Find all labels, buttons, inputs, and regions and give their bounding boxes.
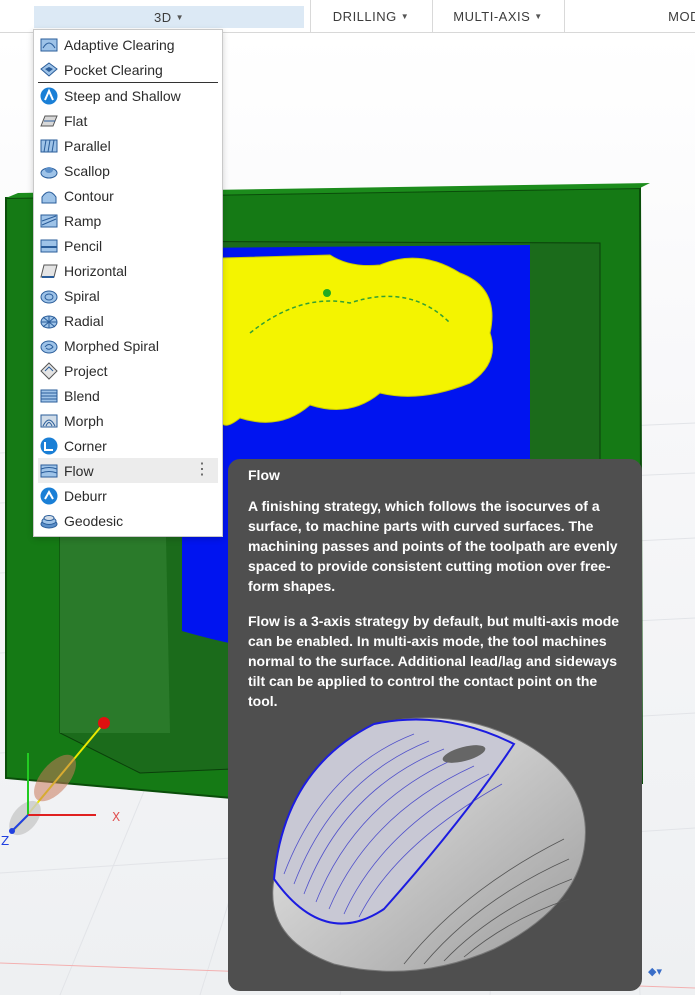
menu-item-label: Ramp	[64, 212, 102, 229]
horizontal-icon	[40, 264, 58, 278]
tab-3d-label: 3D	[153, 9, 172, 25]
tab-modify-label: MOD	[668, 8, 695, 24]
spiral-icon	[40, 290, 58, 303]
menu-item-scallop[interactable]: Scallop	[34, 158, 222, 183]
flow-icon	[40, 464, 58, 477]
flat-icon	[40, 115, 58, 126]
steep-and-shallow-icon	[40, 87, 58, 104]
menu-item-ramp[interactable]: Ramp	[34, 208, 222, 233]
chevron-down-icon: ▼	[534, 11, 543, 21]
adaptive-clearing-icon	[40, 38, 58, 51]
menu-item-label: Scallop	[64, 162, 110, 179]
menu-item-label: Radial	[64, 312, 104, 329]
menu-item-deburr[interactable]: Deburr	[34, 483, 222, 508]
axis-origin-dot	[9, 828, 15, 834]
tab-multi-axis-label: MULTI-AXIS	[453, 8, 531, 24]
menu-item-label: Morphed Spiral	[64, 337, 159, 354]
tab-multi-axis[interactable]: MULTI-AXIS ▼	[432, 0, 563, 32]
menu-item-corner[interactable]: Corner	[34, 433, 222, 458]
menu-item-flat[interactable]: Flat	[34, 108, 222, 133]
menu-item-label: Flat	[64, 112, 88, 129]
menu-item-project[interactable]: Project	[34, 358, 222, 383]
menu-item-radial[interactable]: Radial	[34, 308, 222, 333]
menu-item-steep-and-shallow[interactable]: Steep and Shallow	[34, 83, 222, 108]
menu-item-horizontal[interactable]: Horizontal	[34, 258, 222, 283]
menu-item-parallel[interactable]: Parallel	[34, 133, 222, 158]
tab-3d[interactable]: 3D ▼	[34, 6, 304, 28]
menu-item-label: Steep and Shallow	[64, 87, 181, 104]
menu-item-label: Morph	[64, 412, 104, 429]
view-cube-icon[interactable]: ◆▾	[648, 965, 662, 978]
menu-item-blend[interactable]: Blend	[34, 383, 222, 408]
tooltip-paragraph-1: A finishing strategy, which follows the …	[248, 498, 618, 594]
menu-item-label: Spiral	[64, 287, 100, 304]
menu-item-morphed-spiral[interactable]: Morphed Spiral	[34, 333, 222, 358]
menu-item-adaptive-clearing[interactable]: Adaptive Clearing	[34, 32, 222, 57]
menu-item-contour[interactable]: Contour	[34, 183, 222, 208]
menu-item-geodesic[interactable]: Geodesic	[34, 508, 222, 533]
menu-item-label: Geodesic	[64, 512, 124, 529]
x-axis-label: X	[112, 810, 120, 824]
menu-item-spiral[interactable]: Spiral	[34, 283, 222, 308]
flow-tooltip: Flow A finishing strategy, which follows…	[228, 459, 642, 991]
toolpath-start-point	[323, 289, 331, 297]
menu-item-pocket-clearing[interactable]: Pocket Clearing	[34, 57, 222, 82]
menu-item-label: Deburr	[64, 487, 107, 504]
contour-icon	[41, 191, 57, 203]
geodesic-icon	[40, 514, 58, 528]
tool-tip-point	[98, 717, 110, 729]
pocket-clearing-icon	[40, 61, 58, 77]
menu-item-label: Corner	[64, 437, 107, 454]
scallop-icon	[40, 166, 58, 178]
menu-item-pencil[interactable]: Pencil	[34, 233, 222, 258]
menu-item-label: Blend	[64, 387, 100, 404]
parallel-icon	[40, 139, 58, 152]
chevron-down-icon: ▼	[175, 12, 185, 22]
flow-toolpath-illustration	[272, 717, 586, 972]
blend-icon	[40, 389, 58, 402]
tab-modify[interactable]: MOD	[564, 0, 695, 32]
strategy-3d-dropdown: Adaptive Clearing Pocket Clearing Steep …	[33, 29, 223, 537]
project-icon	[40, 361, 58, 380]
ramp-icon	[40, 214, 58, 227]
morphed-spiral-icon	[40, 340, 58, 353]
menu-item-label: Parallel	[64, 137, 111, 154]
radial-icon	[40, 315, 58, 328]
corner-icon	[40, 437, 58, 454]
tab-drilling-label: DRILLING	[332, 8, 397, 24]
menu-item-label: Pencil	[64, 237, 103, 254]
morph-icon	[40, 414, 58, 427]
menu-item-morph[interactable]: Morph	[34, 408, 222, 433]
menu-item-label: Contour	[64, 187, 114, 204]
menu-item-label: Horizontal	[64, 262, 128, 279]
z-axis-label: Z	[1, 834, 9, 848]
more-options-icon[interactable]: ⋮	[194, 461, 210, 479]
chevron-down-icon: ▼	[400, 11, 410, 21]
tooltip-paragraph-2: Flow is a 3-axis strategy by default, bu…	[248, 613, 620, 709]
tab-drilling[interactable]: DRILLING ▼	[310, 0, 431, 32]
deburr-icon	[40, 487, 58, 504]
pencil-icon	[40, 239, 58, 252]
menu-item-label: Project	[64, 362, 108, 379]
menu-item-flow[interactable]: Flow ⋮	[38, 458, 218, 483]
menu-item-label: Flow	[64, 462, 94, 479]
tooltip-title: Flow	[248, 467, 280, 483]
menu-item-label: Adaptive Clearing	[64, 36, 175, 53]
menu-item-label: Pocket Clearing	[64, 61, 163, 78]
